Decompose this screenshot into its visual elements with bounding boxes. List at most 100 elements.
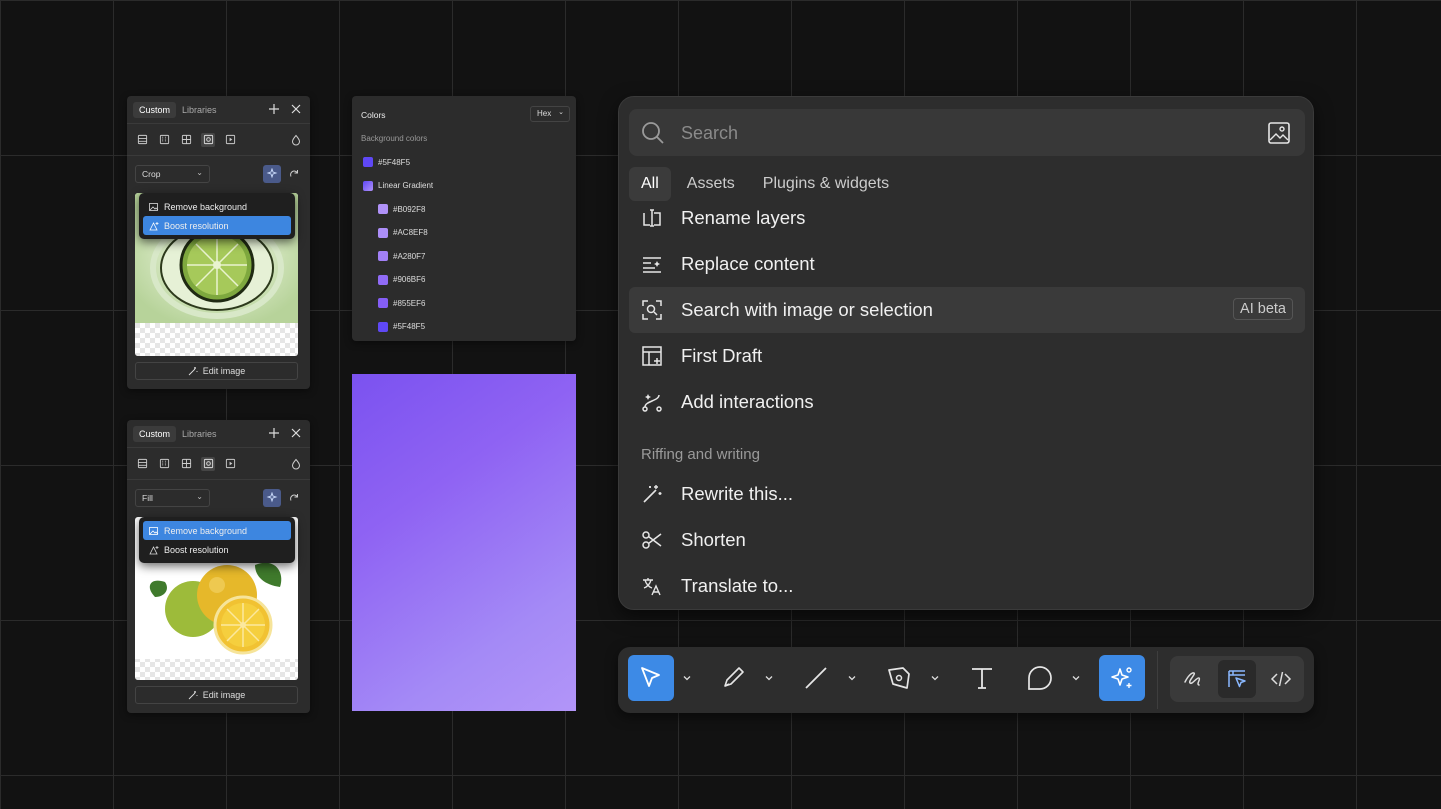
- ai-beta-badge: AI beta: [1233, 298, 1293, 320]
- image-controls: Crop ⌄: [127, 156, 310, 192]
- color-row[interactable]: #B092F8: [378, 202, 425, 216]
- pattern-fill-icon[interactable]: [179, 457, 193, 471]
- rotate-icon[interactable]: [288, 167, 300, 185]
- magic-wand-icon: [188, 367, 198, 376]
- action-add-interactions[interactable]: Add interactions: [629, 379, 1305, 425]
- ai-tools-button[interactable]: [263, 165, 281, 183]
- gradient-fill-icon[interactable]: [157, 133, 171, 147]
- scale-mode-select[interactable]: Crop ⌄: [135, 165, 210, 183]
- comment-tool-button[interactable]: [1017, 655, 1063, 701]
- action-label: Search with image or selection: [681, 299, 933, 320]
- solid-fill-icon[interactable]: [135, 457, 149, 471]
- color-row[interactable]: #5F48F5: [378, 320, 425, 334]
- scale-mode-value: Fill: [142, 493, 153, 503]
- solid-fill-icon[interactable]: [135, 133, 149, 147]
- code-icon: [1270, 671, 1292, 687]
- tab-libraries[interactable]: Libraries: [176, 426, 223, 442]
- design-mode-button[interactable]: [1218, 660, 1256, 698]
- color-row[interactable]: Linear Gradient: [363, 179, 433, 193]
- tab-libraries[interactable]: Libraries: [176, 102, 223, 118]
- move-tool-button[interactable]: [628, 655, 674, 701]
- close-icon[interactable]: [290, 427, 302, 439]
- boost-resolution-item[interactable]: Boost resolution: [143, 540, 291, 559]
- boost-resolution-label: Boost resolution: [164, 544, 229, 555]
- close-icon[interactable]: [290, 103, 302, 115]
- color-swatch[interactable]: [378, 321, 388, 332]
- action-search-with-image[interactable]: Search with image or selection AI beta: [629, 287, 1305, 333]
- image-fill-icon[interactable]: [201, 132, 215, 147]
- tab-custom[interactable]: Custom: [133, 101, 177, 118]
- scale-mode-select[interactable]: Fill ⌄: [135, 489, 210, 507]
- ai-image-menu: Remove background Boost resolution: [139, 517, 295, 563]
- chevron-down-icon: ⌄: [196, 492, 203, 501]
- color-swatch[interactable]: [363, 180, 373, 191]
- color-row[interactable]: #A280F7: [378, 249, 425, 263]
- dev-mode-button[interactable]: [1262, 660, 1300, 698]
- color-row[interactable]: #5F48F5: [363, 155, 410, 169]
- search-bar: [629, 109, 1305, 156]
- cursor-icon: [641, 667, 660, 687]
- plus-icon[interactable]: [268, 103, 280, 115]
- image-search-button-icon[interactable]: [1267, 121, 1291, 145]
- video-fill-icon[interactable]: [223, 133, 237, 147]
- pen-icon: [888, 667, 910, 689]
- ai-tools-button[interactable]: [263, 489, 281, 507]
- remove-background-item[interactable]: Remove background: [143, 521, 291, 540]
- action-replace-content[interactable]: Replace content: [629, 241, 1305, 287]
- action-first-draft[interactable]: First Draft: [629, 333, 1305, 379]
- line-tool-button[interactable]: [793, 655, 839, 701]
- brush-tool-button[interactable]: [710, 655, 756, 701]
- chevron-down-icon[interactable]: [763, 672, 775, 684]
- plus-icon[interactable]: [268, 427, 280, 439]
- boost-resolution-item[interactable]: Boost resolution: [143, 216, 291, 235]
- color-swatch[interactable]: [378, 274, 388, 285]
- search-input[interactable]: [681, 119, 1241, 147]
- comment-icon: [1028, 666, 1052, 690]
- boost-resolution-label: Boost resolution: [164, 220, 229, 231]
- image-search-icon: [642, 300, 662, 320]
- color-row[interactable]: #906BF6: [378, 273, 425, 287]
- color-label: Linear Gradient: [378, 181, 434, 190]
- color-swatch[interactable]: [378, 298, 388, 308]
- section-riffing-writing: Riffing and writing: [641, 446, 760, 463]
- color-swatch[interactable]: [378, 204, 388, 214]
- boost-resolution-icon: [149, 221, 159, 230]
- video-fill-icon[interactable]: [223, 457, 237, 471]
- edit-image-button[interactable]: Edit image: [135, 686, 298, 704]
- gradient-fill-icon[interactable]: [157, 457, 171, 471]
- chevron-down-icon[interactable]: [929, 672, 941, 684]
- action-rename-layers[interactable]: Rename layers: [629, 195, 1305, 241]
- remove-background-item[interactable]: Remove background: [143, 197, 291, 216]
- boost-resolution-icon: [149, 545, 159, 554]
- text-tool-button[interactable]: [959, 655, 1005, 701]
- pattern-fill-icon[interactable]: [179, 133, 193, 147]
- color-label: #A280F7: [393, 251, 426, 261]
- color-row[interactable]: #AC8EF8: [378, 226, 428, 240]
- color-format-select[interactable]: Hex ⌄: [530, 106, 570, 122]
- pen-tool-button[interactable]: [876, 655, 922, 701]
- color-row[interactable]: #855EF6: [378, 296, 425, 310]
- opacity-drop-icon[interactable]: [290, 133, 302, 151]
- edit-image-button[interactable]: Edit image: [135, 362, 298, 380]
- color-swatch[interactable]: [378, 251, 388, 261]
- color-swatch[interactable]: [363, 157, 373, 167]
- chevron-down-icon[interactable]: [681, 672, 693, 684]
- gradient-rectangle[interactable]: [352, 374, 576, 711]
- translate-icon: [643, 578, 661, 596]
- opacity-drop-icon[interactable]: [290, 457, 302, 475]
- image-fill-icon[interactable]: [201, 456, 215, 471]
- action-shorten[interactable]: Shorten: [629, 517, 1305, 563]
- design-icon: [1228, 670, 1246, 688]
- action-translate[interactable]: Translate to...: [629, 563, 1305, 609]
- draw-mode-button[interactable]: [1174, 660, 1212, 698]
- chevron-down-icon[interactable]: [846, 672, 858, 684]
- ai-actions-button[interactable]: [1099, 655, 1145, 701]
- action-rewrite[interactable]: Rewrite this...: [629, 471, 1305, 517]
- tab-custom[interactable]: Custom: [133, 425, 177, 442]
- color-swatch[interactable]: [378, 227, 388, 238]
- chevron-down-icon: ⌄: [558, 109, 564, 116]
- chevron-down-icon[interactable]: [1070, 672, 1082, 684]
- edit-image-label: Edit image: [202, 366, 246, 376]
- colors-title: Colors: [361, 110, 386, 120]
- rotate-icon[interactable]: [288, 491, 300, 509]
